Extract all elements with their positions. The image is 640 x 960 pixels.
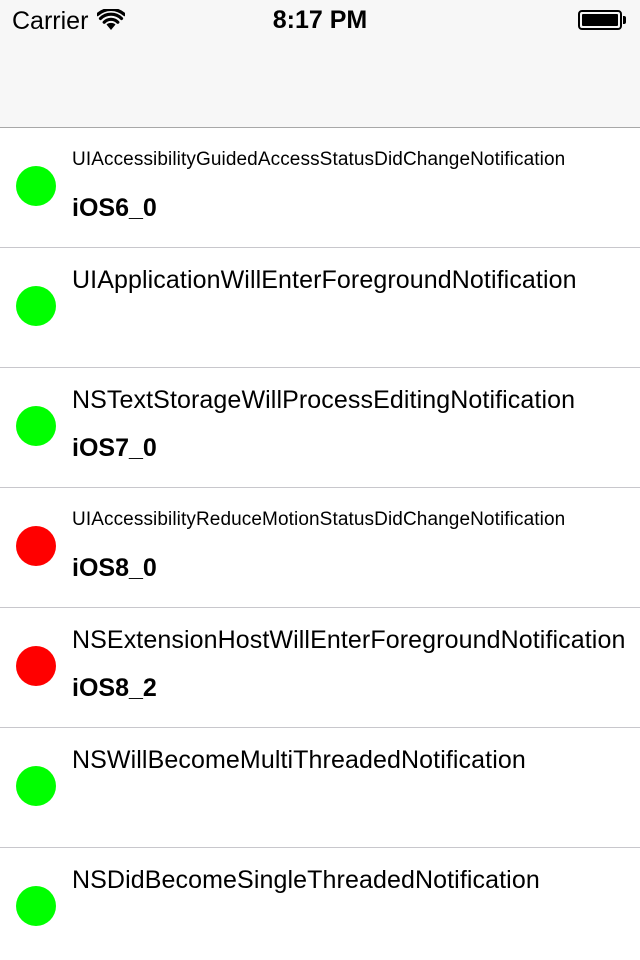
status-dot-icon	[16, 766, 56, 806]
notification-name: NSDidBecomeSingleThreadedNotification	[72, 866, 540, 894]
list-item[interactable]: UIApplicationWillEnterForegroundNotifica…	[0, 248, 640, 368]
ios-version-label: iOS8_2	[72, 674, 157, 702]
status-dot-icon	[16, 886, 56, 926]
status-dot-icon	[16, 526, 56, 566]
navigation-bar: Carrier 8:17 PM	[0, 0, 640, 128]
status-bar: Carrier 8:17 PM	[0, 0, 640, 40]
status-dot-icon	[16, 646, 56, 686]
screen: Carrier 8:17 PM UIAccessibilityGuidedAcc…	[0, 0, 640, 960]
battery-full-icon	[578, 10, 630, 32]
notification-name: NSTextStorageWillProcessEditingNotificat…	[72, 386, 576, 414]
status-dot-icon	[16, 166, 56, 206]
status-time: 8:17 PM	[272, 6, 368, 34]
ios-version-label: iOS6_0	[72, 194, 157, 222]
list-item[interactable]: UIAccessibilityReduceMotionStatusDidChan…	[0, 488, 640, 608]
notification-name: NSWillBecomeMultiThreadedNotification	[72, 746, 526, 774]
list-item[interactable]: NSWillBecomeMultiThreadedNotification	[0, 728, 640, 848]
status-dot-icon	[16, 406, 56, 446]
notification-name: UIApplicationWillEnterForegroundNotifica…	[72, 266, 577, 294]
ios-version-label: iOS7_0	[72, 434, 157, 462]
notification-name: UIAccessibilityReduceMotionStatusDidChan…	[72, 509, 566, 530]
list-item[interactable]: NSTextStorageWillProcessEditingNotificat…	[0, 368, 640, 488]
notification-list[interactable]: UIAccessibilityGuidedAccessStatusDidChan…	[0, 128, 640, 960]
notification-name: NSExtensionHostWillEnterForegroundNotifi…	[72, 626, 626, 654]
list-item[interactable]: NSDidBecomeSingleThreadedNotification	[0, 848, 640, 960]
status-dot-icon	[16, 286, 56, 326]
ios-version-label: iOS8_0	[72, 554, 157, 582]
list-item[interactable]: NSExtensionHostWillEnterForegroundNotifi…	[0, 608, 640, 728]
list-item[interactable]: UIAccessibilityGuidedAccessStatusDidChan…	[0, 128, 640, 248]
notification-name: UIAccessibilityGuidedAccessStatusDidChan…	[72, 149, 566, 170]
